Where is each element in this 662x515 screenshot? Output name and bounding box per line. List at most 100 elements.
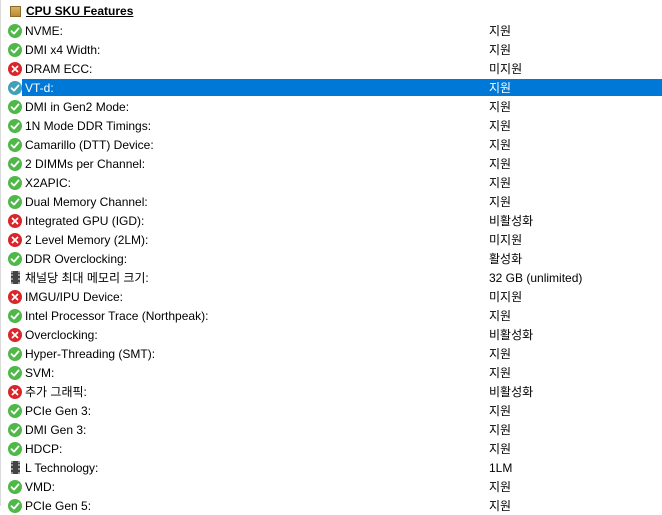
feature-name: Camarillo (DTT) Device: bbox=[25, 137, 154, 152]
supported-check-icon bbox=[8, 365, 22, 380]
feature-name: L Technology: bbox=[25, 460, 99, 475]
feature-name: DDR Overclocking: bbox=[25, 251, 128, 266]
supported-check-icon bbox=[8, 346, 22, 361]
feature-value: 미지원 bbox=[489, 290, 523, 304]
unsupported-cross-icon bbox=[8, 232, 22, 247]
unsupported-cross-icon bbox=[8, 327, 22, 342]
feature-value: 지원 bbox=[489, 157, 512, 171]
feature-list: NVME: 지원 DMI x4 Width: 지원 DRAM ECC: 미지원 VT-d: 지… bbox=[0, 21, 662, 515]
feature-row[interactable]: Overclocking: 비활성화 bbox=[0, 325, 662, 344]
feature-row[interactable]: Hyper-Threading (SMT): 지원 bbox=[0, 344, 662, 363]
feature-row[interactable]: DMI x4 Width: 지원 bbox=[0, 40, 662, 59]
feature-row[interactable]: DDR Overclocking: 활성화 bbox=[0, 249, 662, 268]
feature-name: Dual Memory Channel: bbox=[25, 194, 148, 209]
supported-check-icon bbox=[8, 99, 22, 114]
supported-check-icon bbox=[8, 308, 22, 323]
supported-check-icon bbox=[8, 175, 22, 190]
feature-row[interactable]: Integrated GPU (IGD): 비활성화 bbox=[0, 211, 662, 230]
feature-row[interactable]: SVM: 지원 bbox=[0, 363, 662, 382]
supported-check-icon bbox=[8, 194, 22, 209]
feature-value: 지원 bbox=[489, 195, 512, 209]
supported-check-icon bbox=[8, 251, 22, 266]
feature-value: 32 GB (unlimited) bbox=[489, 270, 583, 285]
feature-value: 지원 bbox=[489, 24, 512, 38]
supported-check-icon bbox=[8, 422, 22, 437]
feature-row[interactable]: NVME: 지원 bbox=[0, 21, 662, 40]
feature-name: PCIe Gen 3: bbox=[25, 403, 92, 418]
feature-value: 지원 bbox=[489, 480, 512, 494]
supported-check-icon bbox=[8, 23, 22, 38]
feature-name: 2 Level Memory (2LM): bbox=[25, 232, 149, 247]
feature-value: 지원 bbox=[489, 366, 512, 380]
section-folder-icon bbox=[10, 5, 21, 17]
supported-check-icon bbox=[8, 118, 22, 133]
feature-value: 지원 bbox=[489, 404, 512, 418]
feature-value: 지원 bbox=[489, 43, 512, 57]
feature-name: 2 DIMMs per Channel: bbox=[25, 156, 146, 171]
feature-row[interactable]: X2APIC: 지원 bbox=[0, 173, 662, 192]
feature-name: VT-d: bbox=[25, 80, 54, 95]
feature-name: DMI in Gen2 Mode: bbox=[25, 99, 130, 114]
feature-name: SVM: bbox=[25, 365, 55, 380]
feature-name: 채널당 최대 메모리 크기: bbox=[25, 271, 149, 285]
supported-check-icon bbox=[8, 137, 22, 152]
feature-row[interactable]: PCIe Gen 3: 지원 bbox=[0, 401, 662, 420]
feature-row[interactable]: VT-d: 지원 bbox=[0, 78, 662, 97]
feature-row[interactable]: 추가 그래픽: 비활성화 bbox=[0, 382, 662, 401]
unsupported-cross-icon bbox=[8, 289, 22, 304]
feature-row[interactable]: Dual Memory Channel: 지원 bbox=[0, 192, 662, 211]
feature-value: 지원 bbox=[489, 138, 512, 152]
feature-name: Integrated GPU (IGD): bbox=[25, 213, 145, 228]
feature-row[interactable]: IMGU/IPU Device: 미지원 bbox=[0, 287, 662, 306]
feature-name: Intel Processor Trace (Northpeak): bbox=[25, 308, 209, 323]
feature-name: VMD: bbox=[25, 479, 55, 494]
feature-value: 1LM bbox=[489, 460, 513, 475]
feature-row[interactable]: VMD: 지원 bbox=[0, 477, 662, 496]
feature-value: 비활성화 bbox=[489, 385, 534, 399]
section-title: CPU SKU Features bbox=[26, 4, 134, 18]
feature-name: HDCP: bbox=[25, 441, 63, 456]
feature-value: 지원 bbox=[489, 309, 512, 323]
feature-row[interactable]: DMI Gen 3: 지원 bbox=[0, 420, 662, 439]
feature-name: X2APIC: bbox=[25, 175, 72, 190]
feature-name: 추가 그래픽: bbox=[25, 385, 87, 399]
feature-row[interactable]: 채널당 최대 메모리 크기: 32 GB (unlimited) bbox=[0, 268, 662, 287]
feature-row[interactable]: DRAM ECC: 미지원 bbox=[0, 59, 662, 78]
supported-check-icon bbox=[8, 156, 22, 171]
feature-row[interactable]: Camarillo (DTT) Device: 지원 bbox=[0, 135, 662, 154]
unsupported-cross-icon bbox=[8, 61, 22, 76]
unsupported-cross-icon bbox=[8, 213, 22, 228]
memory-chip-icon bbox=[8, 271, 22, 285]
feature-name: 1N Mode DDR Timings: bbox=[25, 118, 152, 133]
feature-name: Hyper-Threading (SMT): bbox=[25, 346, 156, 361]
supported-check-icon bbox=[8, 80, 22, 95]
feature-value: 지원 bbox=[489, 442, 512, 456]
feature-value: 미지원 bbox=[489, 233, 523, 247]
feature-row[interactable]: HDCP: 지원 bbox=[0, 439, 662, 458]
feature-row[interactable]: 2 DIMMs per Channel: 지원 bbox=[0, 154, 662, 173]
memory-chip-icon bbox=[8, 461, 22, 475]
feature-name: NVME: bbox=[25, 23, 64, 38]
feature-row[interactable]: DMI in Gen2 Mode: 지원 bbox=[0, 97, 662, 116]
section-header[interactable]: CPU SKU Features bbox=[0, 0, 662, 22]
feature-row[interactable]: L Technology: 1LM bbox=[0, 458, 662, 477]
feature-row[interactable]: 1N Mode DDR Timings: 지원 bbox=[0, 116, 662, 135]
feature-value: 비활성화 bbox=[489, 214, 534, 228]
feature-value: 지원 bbox=[489, 347, 512, 361]
supported-check-icon bbox=[8, 479, 22, 494]
feature-value: 지원 bbox=[489, 100, 512, 114]
feature-name: DMI x4 Width: bbox=[25, 42, 101, 57]
feature-name: Overclocking: bbox=[25, 327, 98, 342]
feature-value: 지원 bbox=[489, 81, 512, 95]
feature-name: IMGU/IPU Device: bbox=[25, 289, 124, 304]
feature-value: 비활성화 bbox=[489, 328, 534, 342]
feature-row[interactable]: 2 Level Memory (2LM): 미지원 bbox=[0, 230, 662, 249]
feature-value: 지원 bbox=[489, 119, 512, 133]
feature-value: 활성화 bbox=[489, 252, 523, 266]
unsupported-cross-icon bbox=[8, 384, 22, 399]
supported-check-icon bbox=[8, 403, 22, 418]
supported-check-icon bbox=[8, 42, 22, 57]
feature-name: DMI Gen 3: bbox=[25, 422, 87, 437]
feature-row[interactable]: Intel Processor Trace (Northpeak): 지원 bbox=[0, 306, 662, 325]
feature-value: 미지원 bbox=[489, 62, 523, 76]
